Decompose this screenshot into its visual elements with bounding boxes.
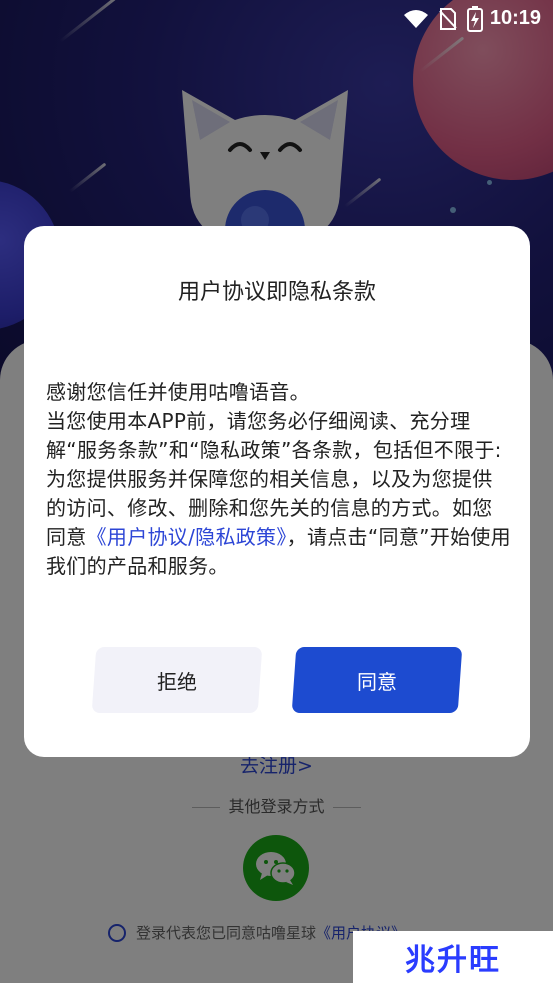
no-sim-icon [439,8,457,30]
agree-button-label: 同意 [357,669,397,694]
dialog-title: 用户协议即隐私条款 [177,280,376,305]
dialog-paragraph-thanks: 感谢您信任并使用咕噜语音。 [46,380,310,404]
agree-button[interactable]: 同意 [291,647,463,713]
battery-charging-icon [467,6,483,32]
reject-button-label: 拒绝 [157,669,197,694]
status-time: 10:19 [489,7,541,29]
user-agreement-privacy-link[interactable]: 《用户协议/隐私政策》 [87,525,287,549]
reject-button[interactable]: 拒绝 [91,647,263,713]
wifi-icon [404,10,428,28]
privacy-dialog: 用户协议即隐私条款 感谢您信任并使用咕噜语音。 当您使用本APP前，请您务必仔细… [24,226,530,757]
dialog-body: 感谢您信任并使用咕噜语音。 当您使用本APP前，请您务必仔细阅读、充分理解“服务… [46,378,511,581]
dialog-paragraph-terms: 当您使用本APP前，请您务必仔细阅读、充分理解“服务条款”和“隐私政策”各条款，… [46,407,511,581]
watermark-text: 兆升旺 [405,943,501,978]
watermark-logo: 兆升旺 [353,931,553,983]
status-bar: 10:19 [0,0,553,38]
